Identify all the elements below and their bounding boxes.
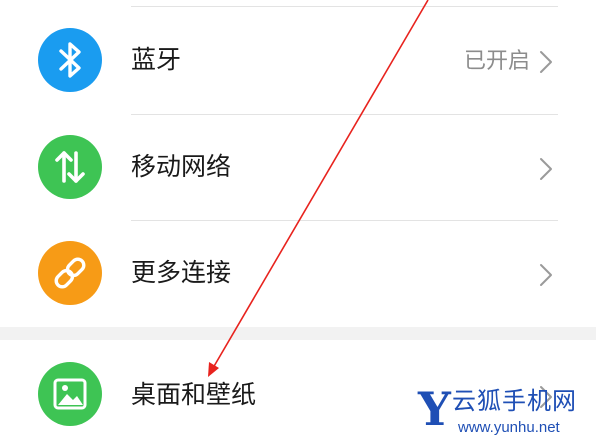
link-icon (38, 241, 102, 305)
settings-item-bluetooth[interactable]: 蓝牙 已开启 (0, 8, 596, 112)
divider (131, 6, 558, 7)
status-value: 已开启 (463, 49, 530, 74)
settings-item-mobile-network[interactable]: 移动网络 (0, 115, 596, 219)
settings-item-label: 移动网络 (131, 152, 232, 181)
settings-item-label: 桌面和壁纸 (131, 380, 257, 409)
data-transfer-icon (38, 135, 102, 199)
image-icon (38, 362, 102, 426)
watermark-letter: Y (418, 382, 451, 436)
chevron-right-icon (540, 158, 552, 180)
watermark-logo: Y 云狐手机网 www.yunhu.net (418, 384, 590, 442)
bluetooth-icon (38, 28, 102, 92)
watermark-url: www.yunhu.net (458, 419, 560, 436)
settings-item-label: 蓝牙 (131, 45, 182, 74)
settings-item-more-connections[interactable]: 更多连接 (0, 221, 596, 325)
section-divider (0, 327, 596, 340)
watermark-title: 云狐手机网 (452, 387, 577, 415)
settings-screen: 蓝牙 已开启 移动网络 更多连接 桌面和壁纸 Y 云狐手机网 www.yunhu… (0, 0, 596, 447)
chevron-right-icon (540, 264, 552, 286)
chevron-right-icon (540, 51, 552, 73)
settings-item-label: 更多连接 (131, 258, 232, 287)
